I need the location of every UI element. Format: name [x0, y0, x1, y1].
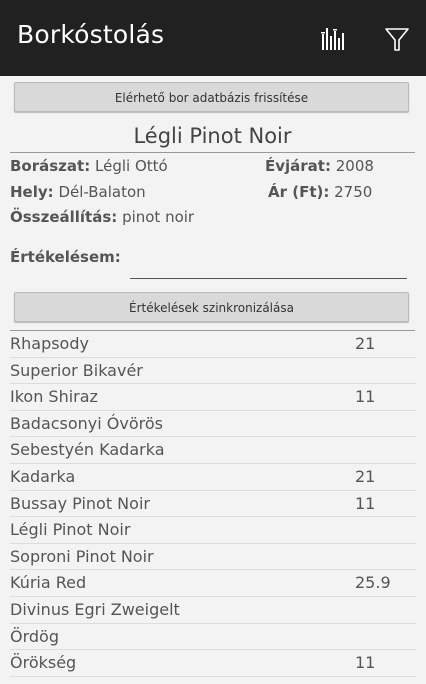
list-item[interactable]: Bussay Pinot Noir 11: [10, 491, 416, 518]
action-bar: Borkóstolás: [0, 0, 426, 76]
price-value: 2750: [334, 183, 373, 201]
year-info: Évjárat: 2008: [265, 157, 374, 175]
blend-label: Összeállítás:: [10, 208, 118, 226]
year-value: 2008: [335, 157, 374, 175]
list-item[interactable]: Ikon Shiraz 11: [10, 384, 416, 411]
list-item[interactable]: Sebestyén Kadarka: [10, 437, 416, 464]
list-item[interactable]: Divinus Egri Zweigelt: [10, 597, 416, 624]
list-item-score: 25.9: [355, 573, 391, 593]
price-info: Ár (Ft): 2750: [268, 183, 372, 201]
winery-value: Légli Ottó: [95, 157, 168, 175]
list-item-score: 11: [355, 493, 376, 513]
list-item-name: Légli Pinot Noir: [10, 520, 131, 540]
list-item[interactable]: Superior Bikavér: [10, 358, 416, 385]
place-info: Hely: Dél-Balaton: [10, 183, 146, 201]
winery-label: Borászat:: [10, 157, 91, 175]
list-item[interactable]: Badacsonyi Óvörös: [10, 411, 416, 438]
list-item[interactable]: Kadarka 21: [10, 464, 416, 491]
app-title: Borkóstolás: [17, 20, 165, 49]
list-item-name: Divinus Egri Zweigelt: [10, 599, 180, 619]
list-item-name: Superior Bikavér: [10, 360, 143, 380]
place-label: Hely:: [10, 183, 54, 201]
divider: [10, 152, 415, 153]
list-item-name: Sebestyén Kadarka: [10, 440, 165, 460]
winery-info: Borászat: Légli Ottó: [10, 157, 168, 175]
list-item[interactable]: Kúria Red 25.9: [10, 570, 416, 597]
list-item[interactable]: Légli Pinot Noir: [10, 517, 416, 544]
bar-chart-icon[interactable]: [318, 24, 348, 54]
list-item-name: Rhapsody: [10, 334, 89, 353]
list-item-name: Ikon Shiraz: [10, 387, 98, 407]
wine-list[interactable]: Rhapsody 21 Superior Bikavér Ikon Shiraz 11 B…: [10, 331, 416, 684]
list-item-name: Kúria Red: [10, 573, 87, 593]
rating-label: Értékelésem:: [10, 248, 121, 266]
filter-icon[interactable]: [382, 24, 412, 54]
list-item[interactable]: Örökség 11: [10, 650, 416, 677]
sync-ratings-button[interactable]: Értékelések szinkronizálása: [14, 292, 409, 322]
list-item-name: Bussay Pinot Noir: [10, 493, 150, 513]
list-item-score: 11: [355, 653, 376, 673]
rating-input-underline: [130, 278, 407, 279]
list-item-name: Ördög: [10, 626, 59, 646]
list-item[interactable]: Soproni Pinot Noir: [10, 544, 416, 571]
list-item-score: 21: [355, 334, 376, 353]
price-label: Ár (Ft):: [268, 183, 330, 201]
place-value: Dél-Balaton: [58, 183, 146, 201]
list-item[interactable]: Ördög: [10, 624, 416, 651]
list-item-name: Örökség: [10, 653, 77, 673]
list-item-score: 21: [355, 466, 376, 486]
blend-info: Összeállítás: pinot noir: [10, 208, 194, 226]
list-item-score: 11: [355, 387, 376, 407]
rating-input[interactable]: [130, 256, 411, 278]
list-item-name: Badacsonyi Óvörös: [10, 413, 164, 433]
blend-value: pinot noir: [122, 208, 195, 226]
list-item-name: Kadarka: [10, 466, 76, 486]
list-item[interactable]: Rhapsody 21: [10, 331, 416, 358]
refresh-database-button[interactable]: Elérhető bor adatbázis frissítése: [14, 82, 409, 112]
list-item-name: Soproni Pinot Noir: [10, 546, 154, 566]
wine-title: Légli Pinot Noir: [133, 124, 292, 148]
year-label: Évjárat:: [265, 157, 331, 175]
